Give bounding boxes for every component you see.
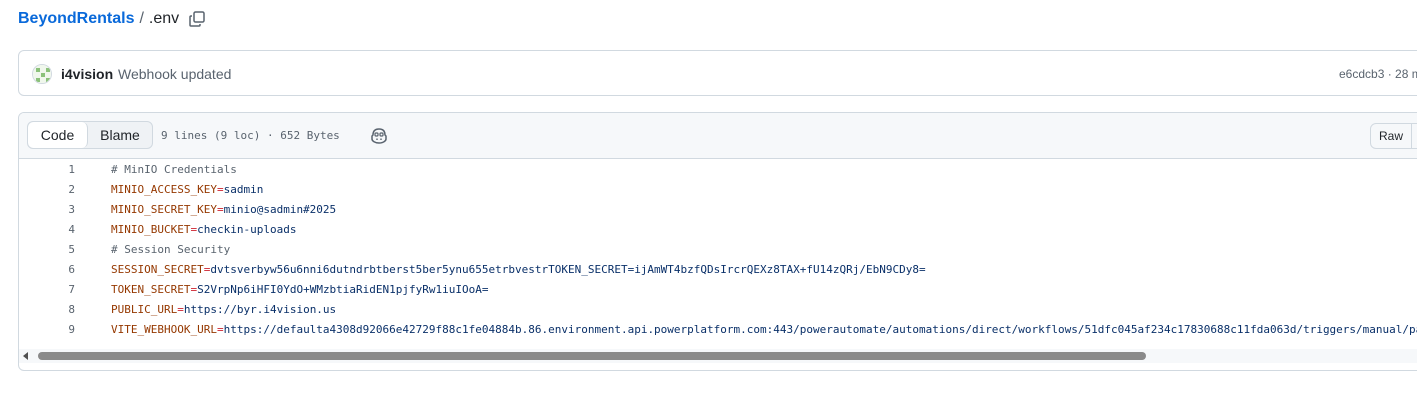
comment-token: # Session Security: [111, 243, 231, 256]
env-value: https://defaulta4308d92066e42729f88c1fe0…: [223, 323, 1417, 336]
copy-path-icon[interactable]: [188, 10, 206, 28]
env-key: PUBLIC_URL: [111, 303, 178, 316]
line-content: TOKEN_SECRET=S2VrpNp6iHFI0YdO+WMzbtiaRid…: [111, 283, 489, 296]
env-key: MINIO_SECRET_KEY: [111, 203, 217, 216]
env-value: minio@sadmin#2025: [223, 203, 337, 216]
env-key: MINIO_ACCESS_KEY: [111, 183, 217, 196]
view-mode-toggle: Code Blame: [27, 121, 153, 149]
code-line: 7 TOKEN_SECRET=S2VrpNp6iHFI0YdO+WMzbtiaR…: [19, 279, 1417, 299]
code-line: 4 MINIO_BUCKET=checkin-uploads: [19, 219, 1417, 239]
latest-commit-box: i4vision Webhook updated e6cdcb3 · 28 m: [18, 50, 1417, 96]
line-content: VITE_WEBHOOK_URL=https://defaulta4308d92…: [111, 323, 1417, 336]
avatar[interactable]: [32, 64, 52, 84]
code-line: 6 SESSION_SECRET=dvtsverbyw56u6nni6dutnd…: [19, 259, 1417, 279]
equals-sign: =: [177, 303, 184, 316]
raw-button[interactable]: Raw: [1370, 123, 1412, 149]
code-line: 5 # Session Security: [19, 239, 1417, 259]
env-key: VITE_WEBHOOK_URL: [111, 323, 217, 336]
env-value: S2VrpNp6iHFI0YdO+WMzbtiaRidEN1pjfyRw1iuI…: [197, 283, 489, 296]
scroll-thumb[interactable]: [38, 352, 1146, 360]
breadcrumb-separator: /: [139, 10, 144, 27]
env-value: checkin-uploads: [197, 223, 297, 236]
code-line: 1 # MinIO Credentials: [19, 159, 1417, 179]
commit-hash-time[interactable]: e6cdcb3 · 28 m: [1339, 67, 1417, 81]
line-number[interactable]: 8: [49, 303, 75, 316]
tab-code[interactable]: Code: [28, 122, 88, 148]
env-value: dvtsverbyw56u6nni6dutndrbtberst5ber5ynu6…: [210, 263, 926, 276]
scroll-left-icon[interactable]: [23, 352, 28, 360]
line-content: MINIO_BUCKET=checkin-uploads: [111, 223, 296, 236]
code-line: 9 VITE_WEBHOOK_URL=https://defaulta4308d…: [19, 319, 1417, 339]
breadcrumb-file-name: .env: [148, 10, 180, 27]
line-number[interactable]: 4: [49, 223, 75, 236]
line-number[interactable]: 5: [49, 243, 75, 256]
file-header: Code Blame 9 lines (9 loc) · 652 Bytes R…: [19, 113, 1417, 159]
code-line: 2 MINIO_ACCESS_KEY=sadmin: [19, 179, 1417, 199]
line-number[interactable]: 3: [49, 203, 75, 216]
line-number[interactable]: 9: [49, 323, 75, 336]
commit-message-link[interactable]: Webhook updated: [118, 66, 231, 82]
equals-sign: =: [216, 203, 224, 216]
file-content-box: Code Blame 9 lines (9 loc) · 652 Bytes R…: [18, 112, 1417, 371]
tab-blame[interactable]: Blame: [88, 122, 152, 148]
file-view-page: BeyondRentals / .env i4vision Webhook up…: [0, 0, 1417, 408]
line-content: # Session Security: [111, 243, 230, 256]
line-content: # MinIO Credentials: [111, 163, 237, 176]
comment-token: # MinIO Credentials: [111, 163, 237, 176]
line-number[interactable]: 1: [49, 163, 75, 176]
env-value: sadmin: [223, 183, 264, 196]
line-number[interactable]: 2: [49, 183, 75, 196]
copy-raw-button[interactable]: [1411, 123, 1417, 149]
env-key: MINIO_BUCKET: [111, 223, 191, 236]
equals-sign: =: [216, 183, 224, 196]
breadcrumb-repo-link[interactable]: BeyondRentals: [18, 10, 134, 28]
code-line: 8 PUBLIC_URL=https://byr.i4vision.us: [19, 299, 1417, 319]
line-content: MINIO_ACCESS_KEY=sadmin: [111, 183, 263, 196]
file-stats: 9 lines (9 loc) · 652 Bytes: [161, 129, 340, 142]
equals-sign: =: [216, 323, 224, 336]
copilot-icon[interactable]: [369, 126, 389, 146]
horizontal-scrollbar[interactable]: [19, 349, 1417, 363]
line-content: PUBLIC_URL=https://byr.i4vision.us: [111, 303, 336, 316]
line-number[interactable]: 7: [49, 283, 75, 296]
code-view: 1 # MinIO Credentials 2 MINIO_ACCESS_KEY…: [19, 159, 1417, 349]
env-key: TOKEN_SECRET: [111, 283, 191, 296]
line-content: SESSION_SECRET=dvtsverbyw56u6nni6dutndrb…: [111, 263, 926, 276]
line-number[interactable]: 6: [49, 263, 75, 276]
commit-author-link[interactable]: i4vision: [61, 66, 113, 82]
breadcrumb: BeyondRentals / .env: [18, 8, 206, 30]
line-content: MINIO_SECRET_KEY=minio@sadmin#2025: [111, 203, 336, 216]
code-line: 3 MINIO_SECRET_KEY=minio@sadmin#2025: [19, 199, 1417, 219]
env-value: https://byr.i4vision.us: [183, 303, 337, 316]
env-key: SESSION_SECRET: [111, 263, 204, 276]
